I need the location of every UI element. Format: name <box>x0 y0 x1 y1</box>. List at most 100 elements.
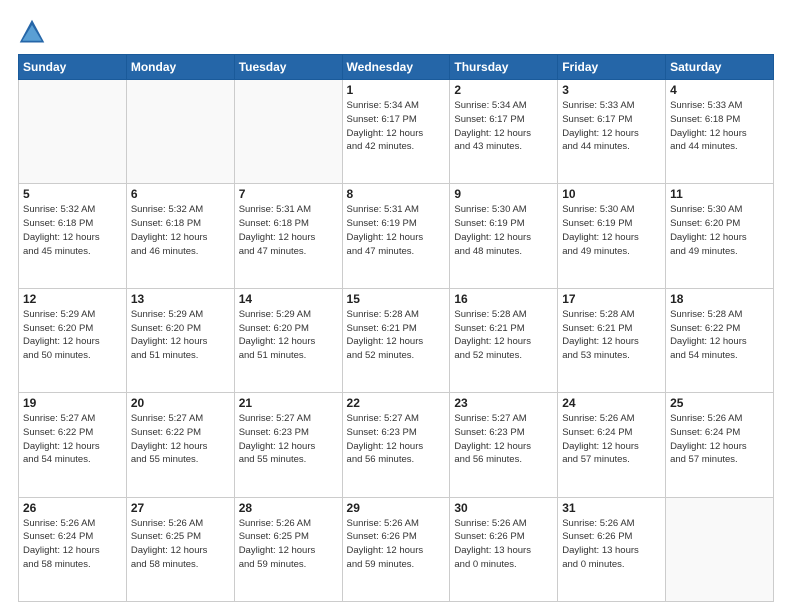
day-info: Sunrise: 5:34 AM Sunset: 6:17 PM Dayligh… <box>454 99 553 154</box>
day-info: Sunrise: 5:30 AM Sunset: 6:19 PM Dayligh… <box>562 203 661 258</box>
day-number: 30 <box>454 501 553 515</box>
day-cell-25: 25 Sunrise: 5:26 AM Sunset: 6:24 PM Dayli… <box>666 393 774 497</box>
day-cell-29: 29Sunrise: 5:26 AM Sunset: 6:26 PM Dayli… <box>342 497 450 601</box>
day-number: 28 <box>239 501 338 515</box>
day-info: Sunrise: 5:27 AM Sunset: 6:22 PM Dayligh… <box>131 412 230 467</box>
week-row-5: 26 Sunrise: 5:26 AM Sunset: 6:24 PM Dayli… <box>19 497 774 601</box>
day-cell-13: 13 Sunrise: 5:29 AM Sunset: 6:20 PM Dayli… <box>126 288 234 392</box>
day-info: Sunrise: 5:28 AM Sunset: 6:21 PM Dayligh… <box>347 308 446 363</box>
day-number: 6 <box>131 187 230 201</box>
day-info: Sunrise: 5:26 AM Sunset: 6:24 PM Dayligh… <box>670 412 769 467</box>
day-info: Sunrise: 5:28 AM Sunset: 6:22 PM Dayligh… <box>670 308 769 363</box>
day-info: Sunrise: 5:31 AM Sunset: 6:19 PM Dayligh… <box>347 203 446 258</box>
day-number: 19 <box>23 396 122 410</box>
day-number: 17 <box>562 292 661 306</box>
day-cell-28: 28 Sunrise: 5:26 AM Sunset: 6:25 PM Dayli… <box>234 497 342 601</box>
day-info: Sunrise: 5:28 AM Sunset: 6:21 PM Dayligh… <box>454 308 553 363</box>
empty-cell <box>666 497 774 601</box>
day-number: 15 <box>347 292 446 306</box>
day-number: 18 <box>670 292 769 306</box>
week-row-4: 19 Sunrise: 5:27 AM Sunset: 6:22 PM Dayli… <box>19 393 774 497</box>
week-row-1: 1 Sunrise: 5:34 AM Sunset: 6:17 PM Daylig… <box>19 80 774 184</box>
day-number: 8 <box>347 187 446 201</box>
day-number: 20 <box>131 396 230 410</box>
day-number: 11 <box>670 187 769 201</box>
day-number: 29 <box>347 501 446 515</box>
day-number: 10 <box>562 187 661 201</box>
day-cell-21: 21Sunrise: 5:27 AM Sunset: 6:23 PM Dayli… <box>234 393 342 497</box>
day-number: 14 <box>239 292 338 306</box>
day-info: Sunrise: 5:29 AM Sunset: 6:20 PM Dayligh… <box>239 308 338 363</box>
day-cell-5: 5Sunrise: 5:32 AM Sunset: 6:18 PM Daylig… <box>19 184 127 288</box>
empty-cell <box>19 80 127 184</box>
logo-icon <box>18 18 46 46</box>
day-info: Sunrise: 5:27 AM Sunset: 6:22 PM Dayligh… <box>23 412 122 467</box>
day-info: Sunrise: 5:26 AM Sunset: 6:26 PM Dayligh… <box>562 517 661 572</box>
day-cell-16: 16Sunrise: 5:28 AM Sunset: 6:21 PM Dayli… <box>450 288 558 392</box>
day-info: Sunrise: 5:30 AM Sunset: 6:19 PM Dayligh… <box>454 203 553 258</box>
day-info: Sunrise: 5:33 AM Sunset: 6:18 PM Dayligh… <box>670 99 769 154</box>
day-number: 25 <box>670 396 769 410</box>
day-number: 9 <box>454 187 553 201</box>
day-info: Sunrise: 5:32 AM Sunset: 6:18 PM Dayligh… <box>131 203 230 258</box>
day-info: Sunrise: 5:29 AM Sunset: 6:20 PM Dayligh… <box>131 308 230 363</box>
day-info: Sunrise: 5:29 AM Sunset: 6:20 PM Dayligh… <box>23 308 122 363</box>
day-number: 23 <box>454 396 553 410</box>
day-number: 27 <box>131 501 230 515</box>
empty-cell <box>126 80 234 184</box>
day-number: 24 <box>562 396 661 410</box>
day-cell-30: 30Sunrise: 5:26 AM Sunset: 6:26 PM Dayli… <box>450 497 558 601</box>
day-number: 2 <box>454 83 553 97</box>
day-cell-14: 14 Sunrise: 5:29 AM Sunset: 6:20 PM Dayli… <box>234 288 342 392</box>
weekday-header-row: SundayMondayTuesdayWednesdayThursdayFrid… <box>19 55 774 80</box>
day-cell-15: 15 Sunrise: 5:28 AM Sunset: 6:21 PM Dayli… <box>342 288 450 392</box>
day-cell-18: 18 Sunrise: 5:28 AM Sunset: 6:22 PM Dayli… <box>666 288 774 392</box>
day-info: Sunrise: 5:31 AM Sunset: 6:18 PM Dayligh… <box>239 203 338 258</box>
calendar-table: SundayMondayTuesdayWednesdayThursdayFrid… <box>18 54 774 602</box>
day-number: 26 <box>23 501 122 515</box>
day-info: Sunrise: 5:26 AM Sunset: 6:24 PM Dayligh… <box>23 517 122 572</box>
day-number: 22 <box>347 396 446 410</box>
day-info: Sunrise: 5:26 AM Sunset: 6:25 PM Dayligh… <box>131 517 230 572</box>
logo <box>18 18 50 46</box>
day-cell-12: 12 Sunrise: 5:29 AM Sunset: 6:20 PM Dayli… <box>19 288 127 392</box>
weekday-header-saturday: Saturday <box>666 55 774 80</box>
day-info: Sunrise: 5:33 AM Sunset: 6:17 PM Dayligh… <box>562 99 661 154</box>
day-cell-4: 4 Sunrise: 5:33 AM Sunset: 6:18 PM Daylig… <box>666 80 774 184</box>
day-cell-7: 7 Sunrise: 5:31 AM Sunset: 6:18 PM Daylig… <box>234 184 342 288</box>
day-info: Sunrise: 5:34 AM Sunset: 6:17 PM Dayligh… <box>347 99 446 154</box>
day-cell-23: 23 Sunrise: 5:27 AM Sunset: 6:23 PM Dayli… <box>450 393 558 497</box>
day-cell-2: 2 Sunrise: 5:34 AM Sunset: 6:17 PM Daylig… <box>450 80 558 184</box>
day-info: Sunrise: 5:30 AM Sunset: 6:20 PM Dayligh… <box>670 203 769 258</box>
day-cell-26: 26 Sunrise: 5:26 AM Sunset: 6:24 PM Dayli… <box>19 497 127 601</box>
day-info: Sunrise: 5:26 AM Sunset: 6:25 PM Dayligh… <box>239 517 338 572</box>
weekday-header-friday: Friday <box>558 55 666 80</box>
day-info: Sunrise: 5:27 AM Sunset: 6:23 PM Dayligh… <box>347 412 446 467</box>
page: SundayMondayTuesdayWednesdayThursdayFrid… <box>0 0 792 612</box>
day-cell-1: 1 Sunrise: 5:34 AM Sunset: 6:17 PM Daylig… <box>342 80 450 184</box>
weekday-header-sunday: Sunday <box>19 55 127 80</box>
day-info: Sunrise: 5:32 AM Sunset: 6:18 PM Dayligh… <box>23 203 122 258</box>
day-number: 13 <box>131 292 230 306</box>
weekday-header-tuesday: Tuesday <box>234 55 342 80</box>
day-number: 12 <box>23 292 122 306</box>
day-cell-9: 9 Sunrise: 5:30 AM Sunset: 6:19 PM Daylig… <box>450 184 558 288</box>
day-number: 31 <box>562 501 661 515</box>
day-info: Sunrise: 5:27 AM Sunset: 6:23 PM Dayligh… <box>454 412 553 467</box>
day-cell-6: 6 Sunrise: 5:32 AM Sunset: 6:18 PM Daylig… <box>126 184 234 288</box>
day-number: 3 <box>562 83 661 97</box>
day-cell-11: 11 Sunrise: 5:30 AM Sunset: 6:20 PM Dayli… <box>666 184 774 288</box>
week-row-2: 5Sunrise: 5:32 AM Sunset: 6:18 PM Daylig… <box>19 184 774 288</box>
day-info: Sunrise: 5:28 AM Sunset: 6:21 PM Dayligh… <box>562 308 661 363</box>
weekday-header-wednesday: Wednesday <box>342 55 450 80</box>
week-row-3: 12 Sunrise: 5:29 AM Sunset: 6:20 PM Dayli… <box>19 288 774 392</box>
day-number: 4 <box>670 83 769 97</box>
day-cell-3: 3 Sunrise: 5:33 AM Sunset: 6:17 PM Daylig… <box>558 80 666 184</box>
day-number: 7 <box>239 187 338 201</box>
day-cell-27: 27 Sunrise: 5:26 AM Sunset: 6:25 PM Dayli… <box>126 497 234 601</box>
day-number: 1 <box>347 83 446 97</box>
header <box>18 18 774 46</box>
day-cell-20: 20 Sunrise: 5:27 AM Sunset: 6:22 PM Dayli… <box>126 393 234 497</box>
day-cell-19: 19 Sunrise: 5:27 AM Sunset: 6:22 PM Dayli… <box>19 393 127 497</box>
weekday-header-thursday: Thursday <box>450 55 558 80</box>
